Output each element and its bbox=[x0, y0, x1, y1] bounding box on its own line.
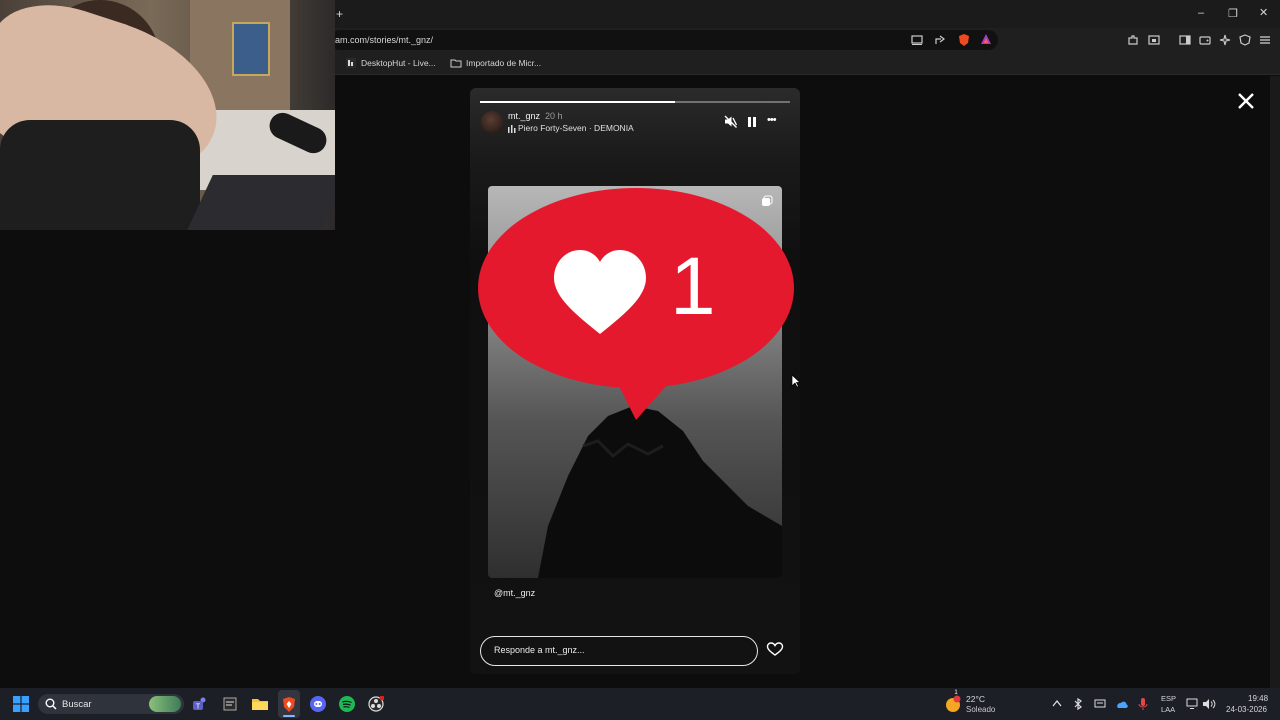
cast-icon[interactable] bbox=[911, 34, 923, 46]
weather-temp: 22°C bbox=[966, 694, 985, 704]
person-shirt bbox=[0, 120, 200, 230]
more-options-button[interactable]: ••• bbox=[767, 114, 777, 126]
wallet-tab-icon[interactable] bbox=[1148, 34, 1160, 46]
menu-icon[interactable] bbox=[1259, 34, 1271, 46]
like-count-sticker bbox=[478, 188, 794, 420]
chevron-up-icon[interactable] bbox=[1052, 699, 1062, 707]
bookmark-desktophut[interactable]: DesktopHut - Live... bbox=[346, 57, 440, 71]
mouse-cursor-icon bbox=[791, 374, 801, 388]
desktophut-icon bbox=[346, 58, 356, 68]
brave-rewards-icon[interactable] bbox=[980, 33, 992, 45]
svg-text:T: T bbox=[196, 704, 201, 711]
minimize-button[interactable]: – bbox=[1198, 7, 1204, 19]
bookmark-label: Importado de Micr... bbox=[466, 58, 542, 68]
weather-icon[interactable] bbox=[944, 695, 962, 713]
url-text[interactable]: am.com/stories/mt._gnz/ bbox=[335, 35, 433, 45]
active-indicator bbox=[283, 715, 295, 717]
search-label: Buscar bbox=[62, 699, 92, 710]
leo-ai-icon[interactable] bbox=[1219, 34, 1231, 46]
close-icon[interactable] bbox=[1237, 92, 1255, 110]
story-progress-track bbox=[480, 101, 790, 103]
discord-icon[interactable] bbox=[310, 696, 326, 712]
vpn-icon[interactable] bbox=[1239, 34, 1251, 46]
pause-icon[interactable] bbox=[747, 116, 757, 128]
page-scrollbar[interactable] bbox=[1270, 76, 1280, 688]
story-time: 20 h bbox=[545, 111, 563, 121]
search-icon bbox=[45, 698, 57, 710]
new-tab-button[interactable]: + bbox=[336, 7, 343, 21]
wall-poster bbox=[232, 22, 270, 76]
obs-icon[interactable] bbox=[368, 696, 384, 712]
mic-icon[interactable] bbox=[1138, 697, 1148, 711]
mountain-silhouette bbox=[538, 406, 782, 578]
extensions-icon[interactable] bbox=[1127, 34, 1139, 46]
like-count: 1 bbox=[670, 241, 716, 332]
language-top[interactable]: ESP bbox=[1161, 694, 1176, 703]
avatar[interactable] bbox=[481, 111, 503, 133]
windows-start-icon[interactable] bbox=[13, 696, 29, 712]
close-window-button[interactable]: ✕ bbox=[1259, 6, 1268, 19]
sidebar-icon[interactable] bbox=[1179, 34, 1191, 46]
music-bars-icon bbox=[508, 125, 516, 133]
search-highlight-image bbox=[149, 696, 181, 712]
network-icon[interactable] bbox=[1186, 698, 1200, 710]
clock-time[interactable]: 19:48 bbox=[1248, 694, 1268, 703]
mute-icon[interactable] bbox=[724, 115, 737, 128]
story-viewer: mt._gnz 20 h Piero Forty-Seven · DEMONIA… bbox=[470, 88, 800, 674]
brave-shield-icon[interactable] bbox=[958, 33, 970, 47]
bookmark-label: DesktopHut - Live... bbox=[361, 58, 436, 68]
heart-outline-icon[interactable] bbox=[766, 641, 784, 657]
keyboard-in-view bbox=[187, 175, 335, 230]
weather-badge: 1 bbox=[954, 690, 958, 696]
story-mention[interactable]: @mt._gnz bbox=[494, 588, 535, 598]
webcam-overlay bbox=[0, 0, 335, 230]
bookmark-imported-folder[interactable]: Importado de Micr... bbox=[450, 57, 546, 71]
folder-icon bbox=[450, 59, 462, 68]
folder-icon[interactable] bbox=[251, 696, 269, 712]
brave-icon[interactable] bbox=[281, 696, 297, 713]
story-music[interactable]: Piero Forty-Seven · DEMONIA bbox=[518, 123, 634, 133]
spotify-icon[interactable] bbox=[339, 696, 355, 712]
restore-button[interactable]: ❐ bbox=[1228, 7, 1238, 20]
story-username[interactable]: mt._gnz bbox=[508, 111, 540, 121]
clock-date[interactable]: 24-03-2026 bbox=[1226, 705, 1267, 714]
story-progress-fill bbox=[480, 101, 676, 103]
wallet-icon[interactable] bbox=[1199, 34, 1211, 46]
language-bottom[interactable]: LAA bbox=[1161, 705, 1175, 714]
share-icon[interactable] bbox=[934, 34, 946, 46]
cloud-icon[interactable] bbox=[1115, 699, 1129, 709]
keyboard-icon[interactable] bbox=[1094, 699, 1106, 709]
teams-icon[interactable]: T bbox=[192, 696, 208, 712]
weather-desc: Soleado bbox=[966, 705, 996, 714]
reply-placeholder: Responde a mt._gnz... bbox=[494, 645, 585, 655]
volume-icon[interactable] bbox=[1202, 698, 1216, 710]
app-icon[interactable] bbox=[222, 696, 238, 712]
bluetooth-icon[interactable] bbox=[1073, 698, 1083, 710]
